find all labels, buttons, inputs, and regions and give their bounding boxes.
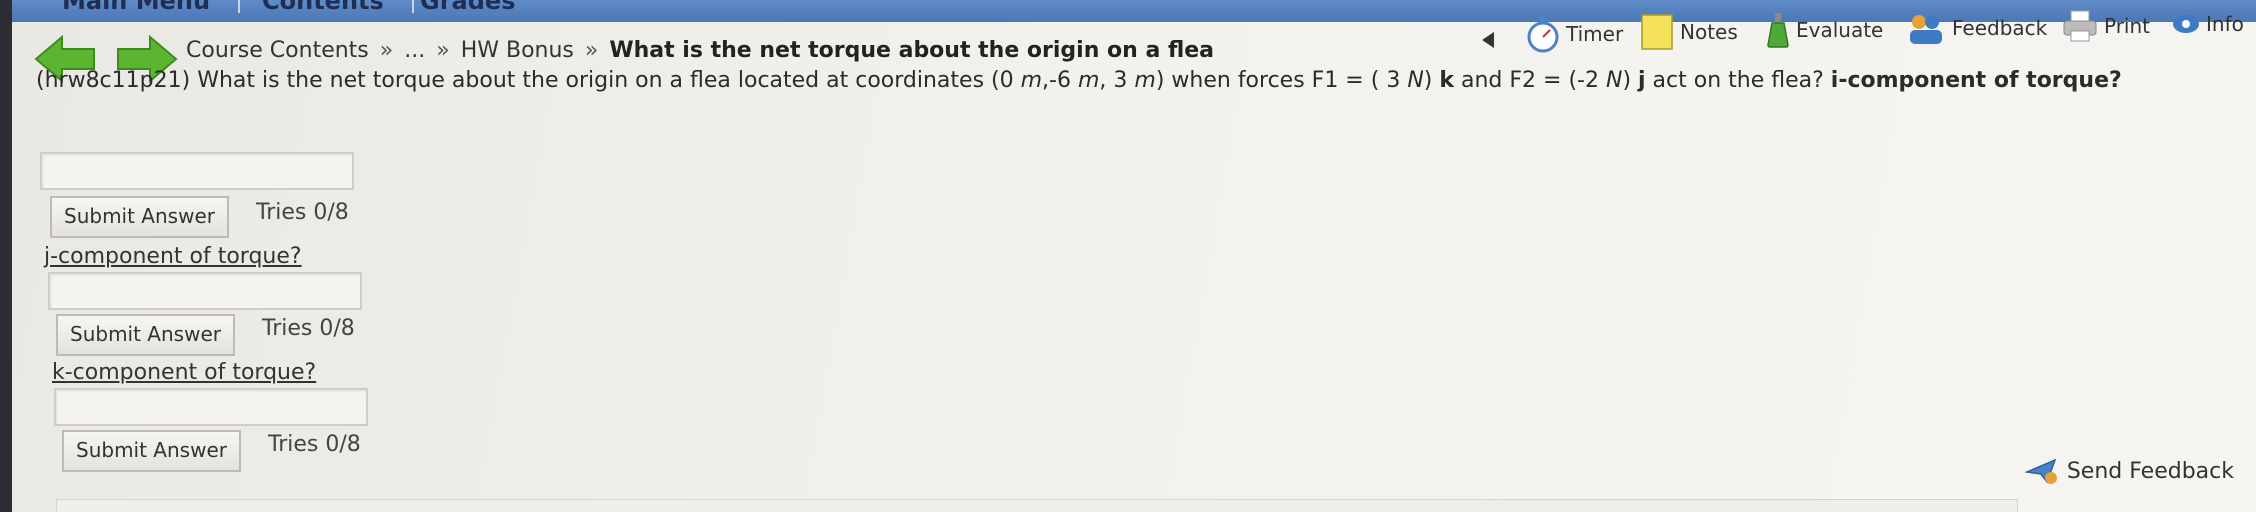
notes-button[interactable]: Notes [1640,12,1738,52]
unit-vector-k: k [1439,68,1454,93]
i-component-answer-input[interactable] [40,152,354,190]
unit-label: N [1407,68,1424,93]
question-text-part: and F2 = (-2 [1454,68,1606,93]
question-text-part: act on the flea? [1645,68,1831,93]
printer-icon [2063,10,2097,42]
j-component-prompt: j-component of torque? [44,244,302,269]
unit-label: m [1077,68,1100,93]
window-edge [0,0,12,512]
feedback-button[interactable]: Feedback [1906,8,2047,48]
submit-answer-button-i[interactable]: Submit Answer [50,196,229,238]
print-label: Print [2104,14,2151,38]
stopwatch-icon [1527,16,1559,53]
question-text-part: What is the net torque about the origin … [190,68,1021,93]
unit-vector-j: j [1638,68,1646,93]
tries-counter-k: Tries 0/8 [268,432,361,457]
submit-answer-button-k[interactable]: Submit Answer [62,430,241,472]
bottom-panel-edge [56,499,2018,512]
evaluate-flask-icon [1767,13,1789,48]
j-component-answer-input[interactable] [48,272,362,310]
info-label: Info [2206,12,2244,36]
evaluate-button[interactable]: Evaluate [1766,10,1883,50]
collapse-toggle[interactable] [1480,20,1496,60]
send-feedback-icon [2024,458,2057,484]
send-feedback-label: Send Feedback [2066,458,2234,484]
question-text-part: ,-6 [1042,68,1078,93]
unit-label: m [1134,68,1156,93]
evaluate-label: Evaluate [1796,18,1884,42]
timer-button[interactable]: Timer [1526,14,1623,54]
breadcrumb-separator: » [436,38,450,63]
toolbar: Timer Notes Evaluate Feedback Print Info [1480,10,2256,60]
triangle-left-icon [1482,32,1494,48]
feedback-label: Feedback [1952,16,2048,40]
notes-label: Notes [1680,20,1738,44]
breadcrumb-current-page: What is the net torque about the origin … [609,38,1215,63]
info-eye-icon [2173,15,2199,33]
breadcrumb-ellipsis[interactable]: ... [404,38,425,63]
tab-grades[interactable]: Grades [392,0,543,13]
info-button[interactable]: Info [2172,4,2244,44]
tries-counter-i: Tries 0/8 [256,200,349,225]
timer-label: Timer [1566,22,1624,46]
k-component-prompt: k-component of torque? [52,360,317,385]
breadcrumb: Course Contents » ... » HW Bonus » What … [186,38,1214,63]
question-text-part: ) [1423,68,1440,93]
breadcrumb-hw-bonus[interactable]: HW Bonus [461,38,574,63]
unit-label: N [1605,68,1623,93]
tab-main-menu[interactable]: Main Menu [34,0,241,13]
send-feedback-link[interactable]: Send Feedback [2024,456,2234,486]
tab-contents[interactable]: Contents [234,0,414,13]
question-text-part: , 3 [1099,68,1135,93]
i-component-prompt: i-component of torque? [1830,68,2122,93]
question-text-part: ) [1622,68,1639,93]
breadcrumb-separator: » [379,38,394,63]
note-pad-icon [1641,14,1673,50]
breadcrumb-course-contents[interactable]: Course Contents [186,38,369,63]
submit-answer-button-j[interactable]: Submit Answer [56,314,235,356]
tries-counter-j: Tries 0/8 [262,316,355,341]
feedback-people-icon [1910,15,1942,44]
question-text: (hrw8c11p21) What is the net torque abou… [36,66,2196,96]
print-button[interactable]: Print [2062,6,2150,46]
k-component-answer-input[interactable] [54,388,368,426]
breadcrumb-separator: » [584,38,599,63]
question-id: (hrw8c11p21) [36,68,191,93]
question-text-part: ) when forces F1 = ( 3 [1155,68,1408,93]
unit-label: m [1020,68,1043,93]
